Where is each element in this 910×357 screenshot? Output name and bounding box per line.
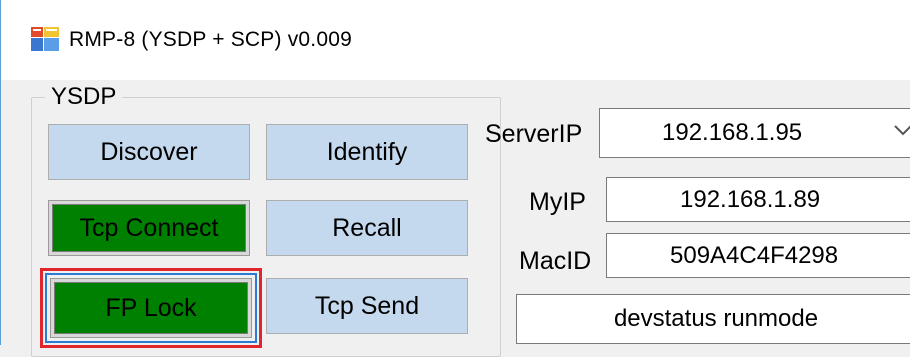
title-bar: RMP-8 (YSDP + SCP) v0.009 — [1, 0, 910, 80]
mac-id-field[interactable]: 509A4C4F4298 — [606, 233, 910, 278]
device-status-field: devstatus runmode — [516, 294, 910, 344]
mac-id-label: MacID — [519, 247, 592, 275]
app-window-icon — [31, 27, 59, 51]
fp-lock-button[interactable]: FP Lock — [50, 278, 252, 338]
tcp-send-button[interactable]: Tcp Send — [266, 278, 468, 334]
window-title: RMP-8 (YSDP + SCP) v0.009 — [69, 28, 352, 51]
app-window: RMP-8 (YSDP + SCP) v0.009 YSDP Discover … — [0, 0, 910, 357]
device-status-text: devstatus runmode — [613, 305, 819, 332]
server-ip-combobox[interactable]: 192.168.1.95 — [599, 108, 910, 158]
identify-button[interactable]: Identify — [266, 124, 468, 180]
my-ip-value: 192.168.1.89 — [680, 185, 821, 213]
recall-button[interactable]: Recall — [266, 200, 468, 256]
mac-id-value: 509A4C4F4298 — [670, 241, 839, 269]
ysdp-group-label: YSDP — [45, 83, 123, 111]
my-ip-field[interactable]: 192.168.1.89 — [606, 177, 910, 222]
tcp-connect-button[interactable]: Tcp Connect — [48, 200, 250, 256]
server-ip-label: ServerIP — [485, 120, 583, 148]
my-ip-label: MyIP — [529, 188, 586, 216]
discover-button[interactable]: Discover — [48, 124, 250, 180]
chevron-down-icon[interactable] — [892, 123, 910, 137]
server-ip-value: 192.168.1.95 — [662, 119, 803, 146]
